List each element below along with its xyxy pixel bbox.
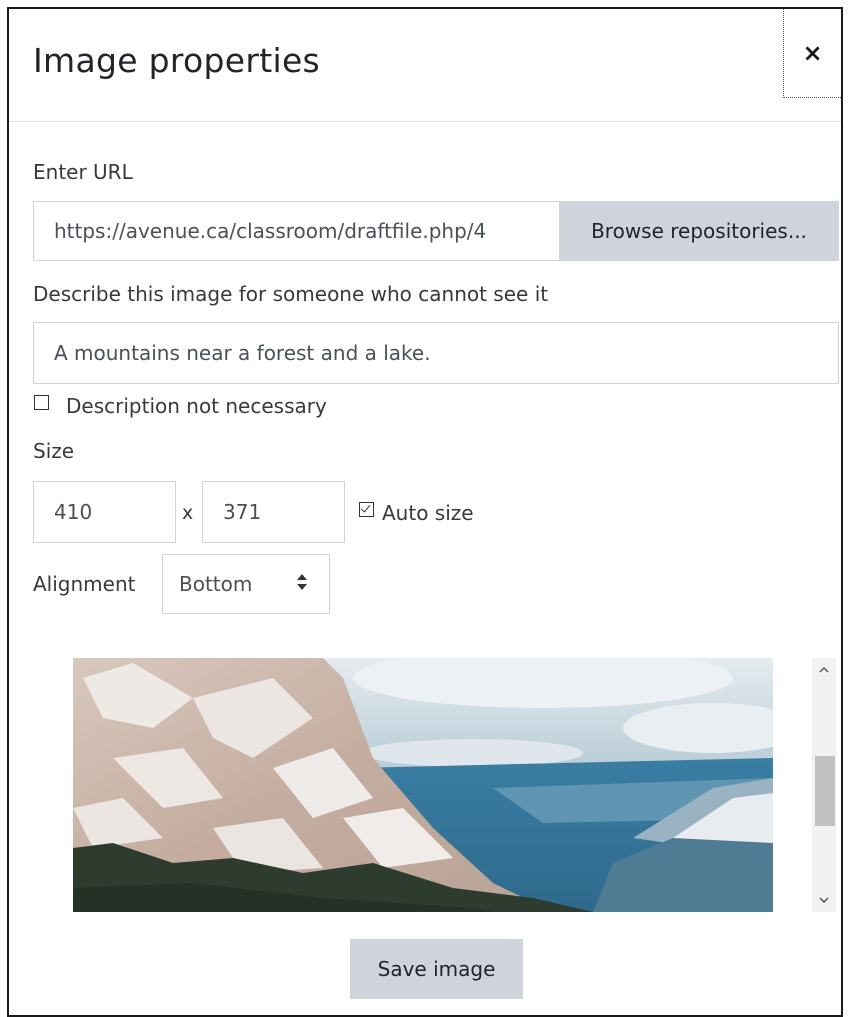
width-input-value: 410 xyxy=(54,500,93,524)
browse-repositories-label: Browse repositories... xyxy=(591,219,807,243)
auto-size-checkbox[interactable] xyxy=(359,502,374,517)
image-properties-dialog: Image properties × Enter URL https://ave… xyxy=(7,7,843,1017)
description-input[interactable]: A mountains near a forest and a lake. xyxy=(33,322,839,384)
scroll-up-button[interactable] xyxy=(812,660,836,680)
width-input[interactable]: 410 xyxy=(33,481,176,543)
url-input-value: https://avenue.ca/classroom/draftfile.ph… xyxy=(54,219,487,243)
size-label: Size xyxy=(33,439,75,463)
description-not-necessary-checkbox[interactable] xyxy=(34,395,49,410)
dialog-title: Image properties xyxy=(33,41,321,80)
url-input[interactable]: https://avenue.ca/classroom/draftfile.ph… xyxy=(33,201,561,261)
close-button[interactable]: × xyxy=(783,9,841,98)
alignment-select[interactable]: Bottom xyxy=(162,554,330,614)
save-image-button[interactable]: Save image xyxy=(350,939,523,999)
height-input[interactable]: 371 xyxy=(202,481,345,543)
image-preview xyxy=(73,658,773,912)
alignment-selected-value: Bottom xyxy=(179,572,253,596)
description-input-value: A mountains near a forest and a lake. xyxy=(54,341,431,365)
select-arrows-icon xyxy=(297,574,307,590)
scroll-down-button[interactable] xyxy=(812,890,836,910)
description-label: Describe this image for someone who cann… xyxy=(33,282,549,306)
scroll-thumb[interactable] xyxy=(815,756,835,826)
browse-repositories-button[interactable]: Browse repositories... xyxy=(559,201,839,261)
description-not-necessary-label: Description not necessary xyxy=(66,394,327,418)
save-image-label: Save image xyxy=(377,957,496,981)
alignment-label: Alignment xyxy=(33,572,136,596)
chevron-down-icon xyxy=(819,897,829,904)
chevron-up-icon xyxy=(819,666,829,673)
auto-size-label: Auto size xyxy=(382,501,474,525)
height-input-value: 371 xyxy=(223,500,262,524)
size-separator: x xyxy=(182,502,194,524)
close-icon: × xyxy=(802,39,823,67)
url-label: Enter URL xyxy=(33,160,133,184)
preview-image xyxy=(73,658,773,912)
dialog-header: Image properties × xyxy=(9,9,841,122)
preview-scrollbar[interactable] xyxy=(812,658,836,912)
